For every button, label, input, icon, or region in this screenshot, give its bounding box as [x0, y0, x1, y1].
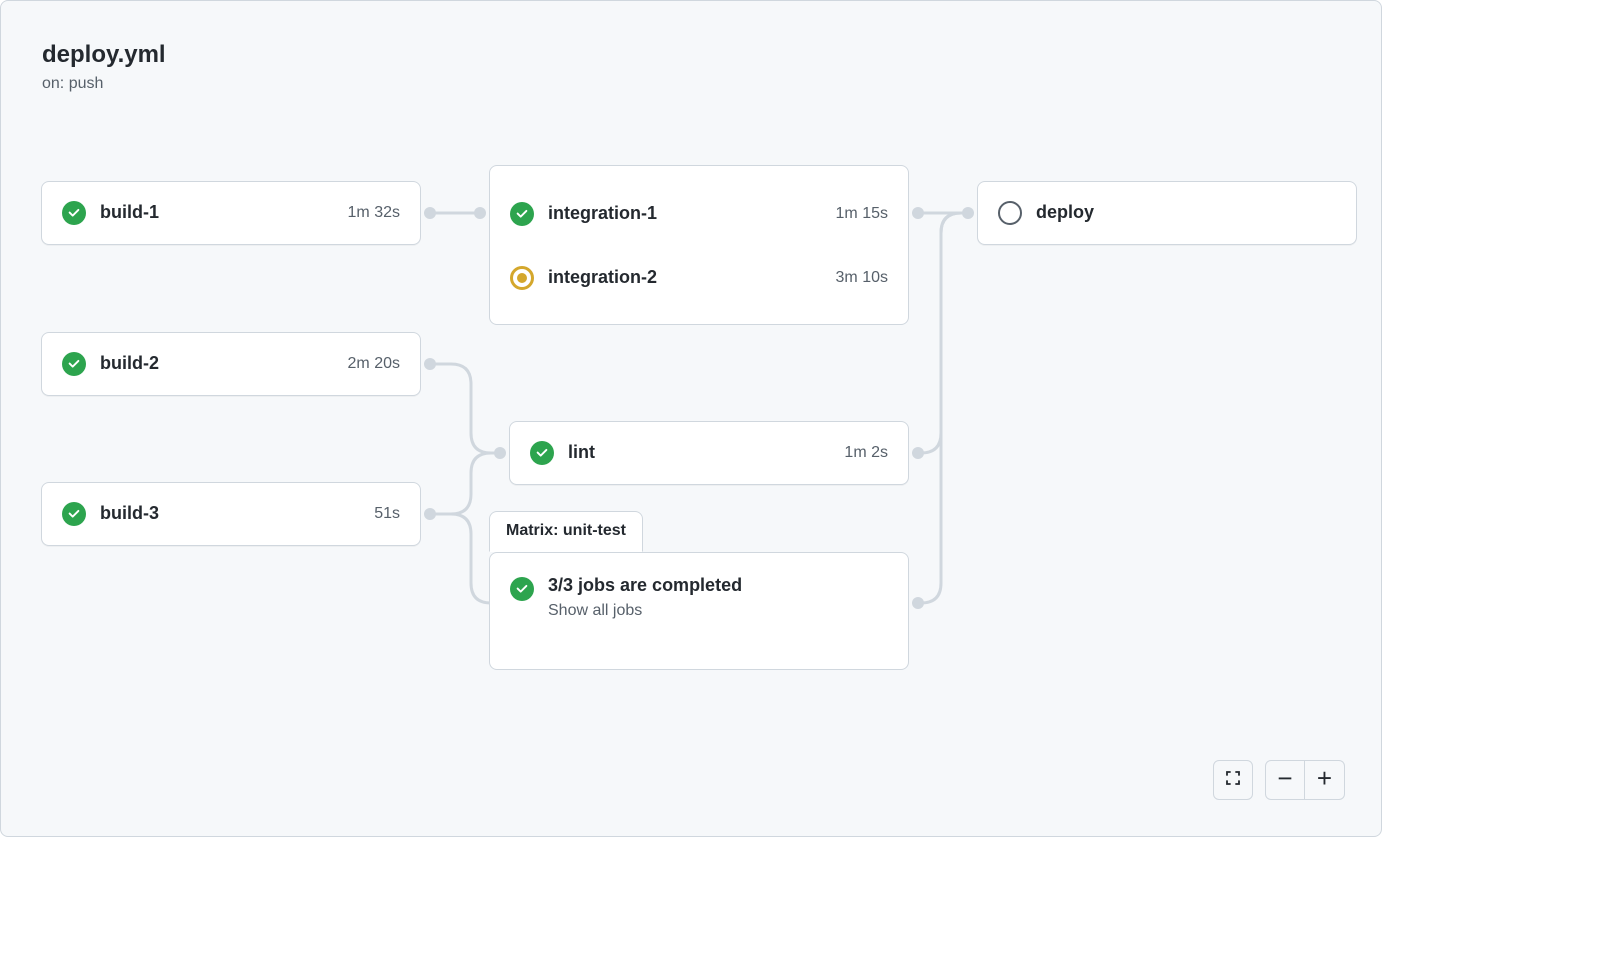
- job-duration: 1m 2s: [844, 444, 888, 462]
- job-duration: 3m 10s: [836, 269, 888, 287]
- in-progress-icon: [510, 266, 534, 290]
- job-card-lint[interactable]: lint 1m 2s: [509, 421, 909, 485]
- check-circle-icon: [530, 441, 554, 465]
- matrix-show-all-link[interactable]: Show all jobs: [548, 602, 742, 620]
- job-name: build-2: [100, 353, 340, 375]
- plus-icon: +: [1317, 765, 1332, 791]
- job-name: lint: [568, 442, 836, 464]
- fullscreen-button[interactable]: [1213, 760, 1253, 800]
- check-circle-icon: [510, 202, 534, 226]
- matrix-tab-label: Matrix: unit-test: [489, 511, 643, 552]
- check-circle-icon: [62, 502, 86, 526]
- job-card-deploy[interactable]: deploy: [977, 181, 1357, 245]
- pending-circle-icon: [998, 201, 1022, 225]
- job-name: integration-1: [548, 203, 828, 225]
- job-name: build-3: [100, 503, 366, 525]
- job-card-integration-2[interactable]: integration-2 3m 10s: [490, 246, 908, 310]
- job-card-build-1[interactable]: build-1 1m 32s: [41, 181, 421, 245]
- job-duration: 51s: [374, 505, 400, 523]
- graph-controls: − +: [1213, 760, 1345, 800]
- zoom-in-button[interactable]: +: [1305, 760, 1345, 800]
- job-duration: 1m 32s: [348, 204, 400, 222]
- minus-icon: −: [1277, 765, 1292, 791]
- header: deploy.yml on: push: [42, 41, 166, 93]
- zoom-out-button[interactable]: −: [1265, 760, 1305, 800]
- job-duration: 2m 20s: [348, 355, 400, 373]
- check-circle-icon: [62, 352, 86, 376]
- job-card-integration-1[interactable]: integration-1 1m 15s: [490, 182, 908, 246]
- matrix-body: 3/3 jobs are completed Show all jobs: [490, 553, 908, 642]
- job-duration: 1m 15s: [836, 205, 888, 223]
- check-circle-icon: [62, 201, 86, 225]
- job-group-integration: integration-1 1m 15s integration-2 3m 10…: [489, 165, 909, 325]
- workflow-file-name: deploy.yml: [42, 41, 166, 69]
- workflow-trigger: on: push: [42, 75, 166, 93]
- matrix-node-unit-test[interactable]: Matrix: unit-test 3/3 jobs are completed…: [489, 552, 909, 670]
- connector-lines: [1, 1, 1381, 836]
- job-name: integration-2: [548, 267, 828, 289]
- check-circle-icon: [510, 577, 534, 601]
- matrix-summary: 3/3 jobs are completed: [548, 575, 742, 596]
- job-name: build-1: [100, 202, 340, 224]
- job-card-build-2[interactable]: build-2 2m 20s: [41, 332, 421, 396]
- workflow-graph: deploy.yml on: push: [0, 0, 1382, 837]
- job-card-build-3[interactable]: build-3 51s: [41, 482, 421, 546]
- fullscreen-icon: [1225, 770, 1241, 790]
- job-name: deploy: [1036, 202, 1336, 224]
